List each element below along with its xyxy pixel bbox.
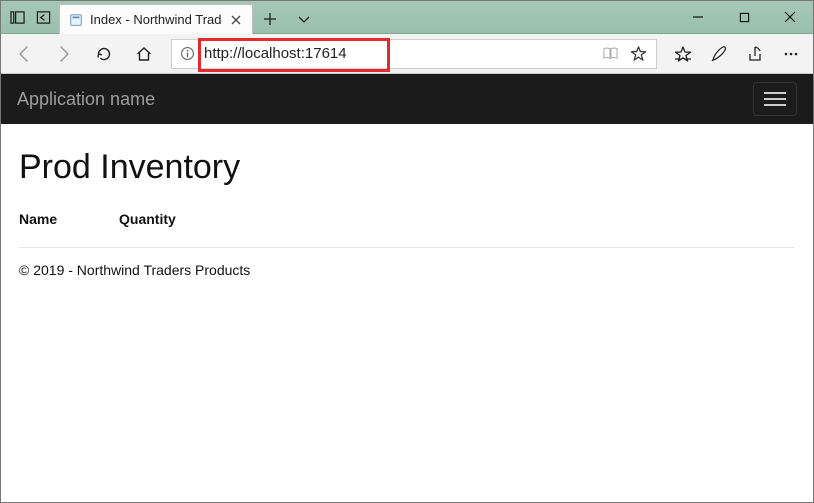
window-minimize-button[interactable] xyxy=(675,1,721,34)
footer-separator xyxy=(19,247,795,248)
new-tab-button[interactable] xyxy=(253,4,287,34)
window-maximize-button[interactable] xyxy=(721,1,767,34)
reading-view-icon[interactable] xyxy=(598,42,622,66)
navbar-toggle-button[interactable] xyxy=(753,82,797,116)
page-viewport: Application name Prod Inventory Name Qua… xyxy=(1,74,813,502)
page-favicon-icon xyxy=(68,12,84,28)
window-close-button[interactable] xyxy=(767,1,813,34)
back-button[interactable] xyxy=(5,35,43,73)
navbar-brand[interactable]: Application name xyxy=(17,89,155,110)
page-heading: Prod Inventory xyxy=(19,148,795,187)
settings-more-button[interactable] xyxy=(773,35,809,73)
set-aside-tabs-icon[interactable] xyxy=(31,5,55,29)
window-controls xyxy=(675,1,813,33)
forward-button[interactable] xyxy=(45,35,83,73)
page-footer: © 2019 - Northwind Traders Products xyxy=(19,262,795,278)
tab-close-button[interactable] xyxy=(228,12,244,28)
tab-menu-button[interactable] xyxy=(287,4,321,34)
window-titlebar: Index - Northwind Trad xyxy=(1,1,813,34)
inventory-table: Name Quantity xyxy=(19,205,795,233)
tab-actions xyxy=(253,4,321,34)
browser-toolbar xyxy=(1,34,813,74)
url-input[interactable] xyxy=(202,44,592,63)
share-button[interactable] xyxy=(737,35,773,73)
tab-aside-icon[interactable] xyxy=(5,5,29,29)
toolbar-right-cluster xyxy=(665,35,809,73)
titlebar-drag-area[interactable] xyxy=(321,1,675,33)
app-navbar: Application name xyxy=(1,74,813,124)
tab-title: Index - Northwind Trad xyxy=(90,12,222,27)
favorites-hub-button[interactable] xyxy=(665,35,701,73)
address-bar[interactable] xyxy=(171,39,657,69)
titlebar-left-cluster xyxy=(1,1,59,33)
home-button[interactable] xyxy=(125,35,163,73)
table-header-row: Name Quantity xyxy=(19,205,795,233)
site-info-icon[interactable] xyxy=(178,45,196,63)
addressbar-right-icons xyxy=(598,42,650,66)
browser-tab[interactable]: Index - Northwind Trad xyxy=(59,4,253,34)
column-header-quantity: Quantity xyxy=(119,205,795,233)
refresh-button[interactable] xyxy=(85,35,123,73)
web-note-button[interactable] xyxy=(701,35,737,73)
column-header-name: Name xyxy=(19,205,119,233)
page-content: Prod Inventory Name Quantity © 2019 - No… xyxy=(1,124,813,294)
favorite-star-icon[interactable] xyxy=(626,42,650,66)
